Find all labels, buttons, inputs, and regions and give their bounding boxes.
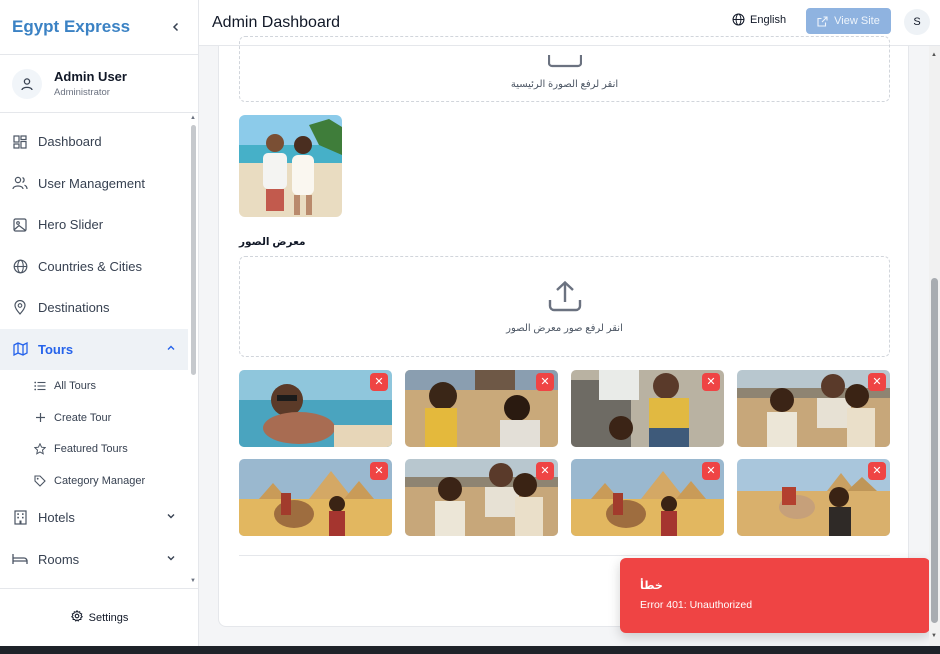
page-scrollbar[interactable]: ▲ ▼ — [929, 46, 940, 646]
collapse-sidebar-icon[interactable] — [168, 19, 184, 35]
delete-image-button[interactable]: ✕ — [536, 373, 554, 391]
delete-image-button[interactable]: ✕ — [536, 462, 554, 480]
gallery-image: ✕ — [571, 370, 724, 447]
tag-icon — [34, 475, 46, 487]
section-divider — [239, 555, 890, 556]
gallery-upload-text: انقر لرفع صور معرض الصور — [506, 322, 623, 334]
sidebar-subitem-all-tours[interactable]: All Tours — [0, 370, 188, 402]
gear-icon — [70, 609, 83, 625]
gallery-label: معرض الصور — [239, 236, 306, 248]
sidebar-subitem-featured-tours[interactable]: Featured Tours — [0, 433, 188, 465]
main-image-upload-text: انقر لرفع الصورة الرئيسية — [510, 78, 619, 90]
gallery-image: ✕ — [737, 370, 890, 447]
chevron-down-icon — [166, 553, 176, 566]
dashboard-icon — [12, 134, 28, 150]
sidebar-item-label: Dashboard — [38, 134, 102, 150]
sidebar: Egypt Express Admin User Administrator D… — [0, 0, 199, 646]
image-icon — [12, 217, 28, 233]
gallery-image: ✕ — [405, 459, 558, 536]
sidebar-scroll-down-arrow[interactable]: ▼ — [190, 578, 196, 584]
globe-icon — [12, 258, 28, 274]
sidebar-item-label: Hero Slider — [38, 217, 104, 233]
sidebar-item-hotels[interactable]: Hotels — [0, 497, 188, 539]
sidebar-subitem-label: Create Tour — [54, 411, 112, 424]
sidebar-subitem-label: Featured Tours — [54, 443, 128, 456]
upload-icon — [547, 54, 582, 67]
map-icon — [12, 341, 28, 357]
sidebar-item-label: Hotels — [38, 510, 75, 525]
brand-title[interactable]: Egypt Express — [12, 17, 130, 37]
profile-role: Administrator — [54, 87, 110, 98]
sidebar-subitem-category-manager[interactable]: Category Manager — [0, 465, 188, 497]
users-icon — [12, 175, 28, 191]
error-toast[interactable]: خطأ Error 401: Unauthorized — [620, 558, 930, 633]
star-icon — [34, 443, 46, 455]
upload-icon — [548, 280, 581, 311]
gallery-image: ✕ — [239, 459, 392, 536]
delete-image-button[interactable]: ✕ — [370, 373, 388, 391]
gallery-image: ✕ — [239, 370, 392, 447]
sidebar-item-dashboard[interactable]: Dashboard — [0, 121, 188, 163]
delete-image-button[interactable]: ✕ — [868, 373, 886, 391]
view-site-label: View Site — [834, 15, 880, 27]
profile-name: Admin User — [54, 69, 127, 84]
sidebar-subitem-create-tour[interactable]: Create Tour — [0, 402, 188, 434]
external-link-icon — [817, 15, 828, 27]
user-menu-avatar[interactable]: S — [904, 9, 930, 35]
sidebar-item-label: Countries & Cities — [38, 258, 143, 274]
language-label: English — [750, 13, 787, 26]
chevron-up-icon — [166, 343, 176, 356]
toast-title: خطأ — [640, 580, 663, 592]
language-switcher[interactable]: English — [732, 13, 786, 26]
page-scrollbar-thumb[interactable] — [931, 278, 938, 623]
sidebar-item-label: User Management — [38, 175, 145, 191]
sidebar-item-user-management[interactable]: User Management — [0, 163, 188, 205]
bed-icon — [12, 551, 28, 567]
scroll-down-arrow[interactable]: ▼ — [931, 633, 937, 639]
settings-label: Settings — [88, 611, 129, 624]
os-taskbar — [0, 646, 940, 654]
chevron-down-icon — [166, 511, 176, 524]
map-pin-icon — [12, 300, 28, 316]
gallery-image: ✕ — [405, 370, 558, 447]
user-profile: Admin User Administrator — [0, 55, 198, 113]
sidebar-item-tours[interactable]: Tours — [0, 328, 188, 370]
main-image-dropzone[interactable]: انقر لرفع الصورة الرئيسية — [239, 36, 890, 102]
sidebar-item-label: Rooms — [38, 551, 80, 567]
delete-image-button[interactable]: ✕ — [370, 462, 388, 480]
tour-images-card: انقر لرفع الصورة الرئيسية معرض الصور انق… — [218, 36, 909, 627]
gallery-dropzone[interactable]: انقر لرفع صور معرض الصور — [239, 256, 890, 357]
page-title: Admin Dashboard — [212, 13, 341, 31]
main-image-thumbnail — [239, 115, 342, 217]
toast-message: Error 401: Unauthorized — [640, 599, 753, 611]
gallery-image: ✕ — [737, 459, 890, 536]
user-avatar-icon — [12, 68, 42, 99]
sidebar-nav: Dashboard User Management Hero Slider Co… — [0, 121, 188, 580]
sidebar-subitem-label: All Tours — [54, 379, 96, 392]
building-icon — [12, 510, 28, 526]
sidebar-scrollbar[interactable] — [190, 121, 196, 591]
view-site-button[interactable]: View Site — [806, 8, 891, 34]
sidebar-item-rooms[interactable]: Rooms — [0, 538, 188, 580]
delete-image-button[interactable]: ✕ — [868, 462, 886, 480]
plus-icon — [34, 412, 46, 424]
sidebar-item-label: Tours — [38, 341, 74, 357]
sidebar-item-hero-slider[interactable]: Hero Slider — [0, 204, 188, 246]
delete-image-button[interactable]: ✕ — [702, 462, 720, 480]
list-icon — [34, 380, 46, 392]
sidebar-scrollbar-thumb[interactable] — [191, 125, 196, 375]
sidebar-brand: Egypt Express — [0, 0, 198, 55]
sidebar-item-label: Destinations — [38, 300, 110, 316]
settings-button[interactable]: Settings — [0, 588, 199, 646]
gallery-image: ✕ — [571, 459, 724, 536]
sidebar-item-destinations[interactable]: Destinations — [0, 287, 188, 329]
sidebar-subitem-label: Category Manager — [54, 474, 146, 487]
delete-image-button[interactable]: ✕ — [702, 373, 720, 391]
scroll-up-arrow[interactable]: ▲ — [931, 52, 937, 58]
sidebar-item-countries-cities[interactable]: Countries & Cities — [0, 246, 188, 288]
globe-icon — [732, 13, 745, 26]
